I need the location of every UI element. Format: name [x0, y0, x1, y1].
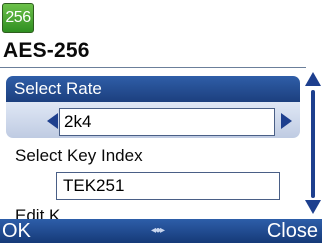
list-item-label: Select Rate	[14, 79, 102, 98]
page-title: AES-256	[3, 39, 90, 62]
list-item-select-rate[interactable]: Select Rate	[6, 76, 300, 102]
rate-value-field[interactable]: 2k4	[59, 108, 275, 136]
encryption-badge-icon: 256	[2, 3, 34, 33]
softkey-bar: OK ◂●▸ Close	[0, 219, 322, 243]
right-arrow-icon[interactable]	[281, 113, 292, 129]
close-softkey[interactable]: Close	[267, 220, 318, 243]
title-divider	[0, 67, 306, 68]
ok-softkey[interactable]: OK	[2, 220, 31, 243]
list-item-select-key-index[interactable]: Select Key Index	[15, 146, 143, 166]
key-index-value: TEK251	[63, 176, 125, 195]
scroll-up-icon[interactable]	[305, 72, 321, 86]
nav-icon: ◂●▸	[151, 225, 165, 236]
screen: 256 AES-256 Select Rate 2k4 Select Key I…	[0, 0, 322, 243]
rate-value: 2k4	[64, 112, 92, 131]
scrollbar[interactable]	[311, 90, 315, 198]
left-arrow-icon[interactable]	[47, 113, 58, 129]
key-index-field[interactable]: TEK251	[56, 172, 280, 200]
scroll-down-icon[interactable]	[305, 200, 321, 214]
